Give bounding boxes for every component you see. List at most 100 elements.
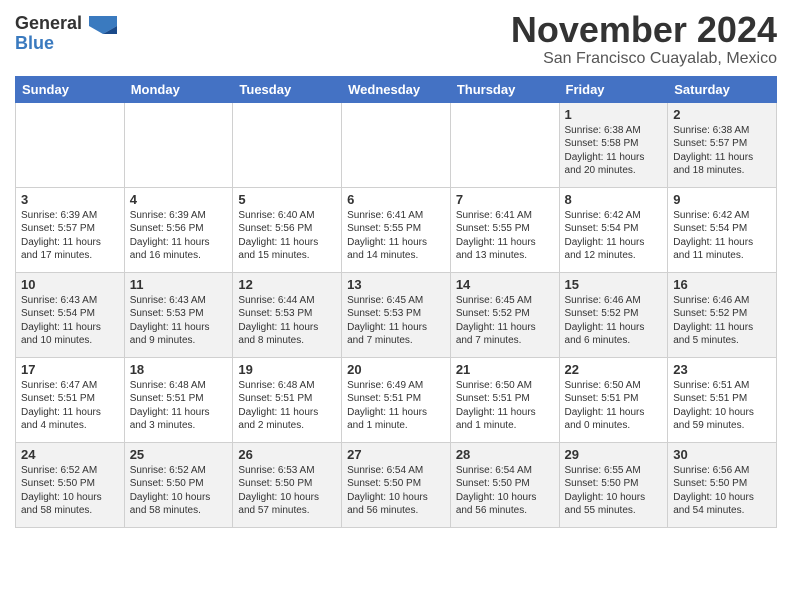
day-info: Sunrise: 6:52 AM Sunset: 5:50 PM Dayligh… [130, 464, 228, 518]
day-info: Sunrise: 6:54 AM Sunset: 5:50 PM Dayligh… [347, 464, 445, 518]
day-info: Sunrise: 6:51 AM Sunset: 5:51 PM Dayligh… [673, 379, 771, 433]
table-cell [16, 102, 125, 187]
day-number: 25 [130, 447, 228, 462]
day-number: 19 [238, 362, 336, 377]
logo: General Blue [15, 14, 117, 52]
day-info: Sunrise: 6:48 AM Sunset: 5:51 PM Dayligh… [238, 379, 336, 433]
calendar-table: SundayMondayTuesdayWednesdayThursdayFrid… [15, 76, 777, 528]
day-info: Sunrise: 6:43 AM Sunset: 5:53 PM Dayligh… [130, 294, 228, 348]
day-number: 20 [347, 362, 445, 377]
logo-general-text: General [15, 13, 82, 33]
table-cell: 21Sunrise: 6:50 AM Sunset: 5:51 PM Dayli… [450, 357, 559, 442]
table-cell [450, 102, 559, 187]
table-cell: 30 Sunrise: 6:56 AM Sunset: 5:50 PM Dayli… [668, 442, 777, 527]
table-cell: 13 Sunrise: 6:45 AM Sunset: 5:53 PM Dayli… [342, 272, 451, 357]
day-info: Sunrise: 6:38 AM Sunset: 5:57 PM Dayligh… [673, 124, 771, 178]
day-info: Sunrise: 6:39 AM Sunset: 5:56 PM Dayligh… [130, 209, 228, 263]
week-row-2: 3 Sunrise: 6:39 AM Sunset: 5:57 PM Daylig… [16, 187, 777, 272]
day-number: 1 [565, 107, 663, 122]
day-info: Sunrise: 6:52 AM Sunset: 5:50 PM Dayligh… [21, 464, 119, 518]
table-cell: 4Sunrise: 6:39 AM Sunset: 5:56 PM Daylig… [124, 187, 233, 272]
header-friday: Friday [559, 76, 668, 102]
week-row-5: 24 Sunrise: 6:52 AM Sunset: 5:50 PM Dayli… [16, 442, 777, 527]
table-cell: 14Sunrise: 6:45 AM Sunset: 5:52 PM Dayli… [450, 272, 559, 357]
table-cell: 1 Sunrise: 6:38 AM Sunset: 5:58 PM Daylig… [559, 102, 668, 187]
table-cell: 18 Sunrise: 6:48 AM Sunset: 5:51 PM Dayli… [124, 357, 233, 442]
table-cell: 15 Sunrise: 6:46 AM Sunset: 5:52 PM Dayli… [559, 272, 668, 357]
logo-flag-icon [89, 16, 117, 34]
month-title: November 2024 [511, 10, 777, 50]
title-block: November 2024 San Francisco Cuayalab, Me… [511, 10, 777, 68]
header-thursday: Thursday [450, 76, 559, 102]
table-cell: 12Sunrise: 6:44 AM Sunset: 5:53 PM Dayli… [233, 272, 342, 357]
table-cell [342, 102, 451, 187]
table-cell: 29 Sunrise: 6:55 AM Sunset: 5:50 PM Dayli… [559, 442, 668, 527]
header-tuesday: Tuesday [233, 76, 342, 102]
week-row-3: 10Sunrise: 6:43 AM Sunset: 5:54 PM Dayli… [16, 272, 777, 357]
location-text: San Francisco Cuayalab, Mexico [511, 50, 777, 68]
day-number: 8 [565, 192, 663, 207]
day-number: 2 [673, 107, 771, 122]
day-number: 29 [565, 447, 663, 462]
weekday-header-row: SundayMondayTuesdayWednesdayThursdayFrid… [16, 76, 777, 102]
day-info: Sunrise: 6:54 AM Sunset: 5:50 PM Dayligh… [456, 464, 554, 518]
day-info: Sunrise: 6:47 AM Sunset: 5:51 PM Dayligh… [21, 379, 119, 433]
table-cell: 7Sunrise: 6:41 AM Sunset: 5:55 PM Daylig… [450, 187, 559, 272]
day-number: 12 [238, 277, 336, 292]
day-number: 24 [21, 447, 119, 462]
day-info: Sunrise: 6:49 AM Sunset: 5:51 PM Dayligh… [347, 379, 445, 433]
week-row-4: 17 Sunrise: 6:47 AM Sunset: 5:51 PM Dayli… [16, 357, 777, 442]
table-cell [233, 102, 342, 187]
day-info: Sunrise: 6:45 AM Sunset: 5:53 PM Dayligh… [347, 294, 445, 348]
day-info: Sunrise: 6:48 AM Sunset: 5:51 PM Dayligh… [130, 379, 228, 433]
day-number: 23 [673, 362, 771, 377]
day-number: 28 [456, 447, 554, 462]
day-info: Sunrise: 6:40 AM Sunset: 5:56 PM Dayligh… [238, 209, 336, 263]
table-cell [124, 102, 233, 187]
header-wednesday: Wednesday [342, 76, 451, 102]
day-info: Sunrise: 6:56 AM Sunset: 5:50 PM Dayligh… [673, 464, 771, 518]
header-monday: Monday [124, 76, 233, 102]
table-cell: 23 Sunrise: 6:51 AM Sunset: 5:51 PM Dayli… [668, 357, 777, 442]
day-number: 3 [21, 192, 119, 207]
table-cell: 11Sunrise: 6:43 AM Sunset: 5:53 PM Dayli… [124, 272, 233, 357]
table-cell: 20 Sunrise: 6:49 AM Sunset: 5:51 PM Dayli… [342, 357, 451, 442]
day-info: Sunrise: 6:46 AM Sunset: 5:52 PM Dayligh… [565, 294, 663, 348]
day-number: 5 [238, 192, 336, 207]
day-info: Sunrise: 6:55 AM Sunset: 5:50 PM Dayligh… [565, 464, 663, 518]
day-number: 17 [21, 362, 119, 377]
day-info: Sunrise: 6:50 AM Sunset: 5:51 PM Dayligh… [565, 379, 663, 433]
day-number: 26 [238, 447, 336, 462]
table-cell: 10Sunrise: 6:43 AM Sunset: 5:54 PM Dayli… [16, 272, 125, 357]
day-number: 10 [21, 277, 119, 292]
day-info: Sunrise: 6:46 AM Sunset: 5:52 PM Dayligh… [673, 294, 771, 348]
day-number: 21 [456, 362, 554, 377]
day-info: Sunrise: 6:53 AM Sunset: 5:50 PM Dayligh… [238, 464, 336, 518]
day-number: 27 [347, 447, 445, 462]
day-info: Sunrise: 6:39 AM Sunset: 5:57 PM Dayligh… [21, 209, 119, 263]
day-info: Sunrise: 6:38 AM Sunset: 5:58 PM Dayligh… [565, 124, 663, 178]
header-saturday: Saturday [668, 76, 777, 102]
day-number: 7 [456, 192, 554, 207]
table-cell: 6Sunrise: 6:41 AM Sunset: 5:55 PM Daylig… [342, 187, 451, 272]
day-number: 16 [673, 277, 771, 292]
day-number: 18 [130, 362, 228, 377]
table-cell: 3 Sunrise: 6:39 AM Sunset: 5:57 PM Daylig… [16, 187, 125, 272]
page-header: General Blue November 2024 San Francisco… [15, 10, 777, 68]
table-cell: 26 Sunrise: 6:53 AM Sunset: 5:50 PM Dayli… [233, 442, 342, 527]
day-number: 14 [456, 277, 554, 292]
table-cell: 8Sunrise: 6:42 AM Sunset: 5:54 PM Daylig… [559, 187, 668, 272]
day-number: 13 [347, 277, 445, 292]
table-cell: 19 Sunrise: 6:48 AM Sunset: 5:51 PM Dayli… [233, 357, 342, 442]
day-number: 30 [673, 447, 771, 462]
table-cell: 17 Sunrise: 6:47 AM Sunset: 5:51 PM Dayli… [16, 357, 125, 442]
table-cell: 28 Sunrise: 6:54 AM Sunset: 5:50 PM Dayli… [450, 442, 559, 527]
day-number: 22 [565, 362, 663, 377]
day-number: 6 [347, 192, 445, 207]
logo-blue-text: Blue [15, 34, 54, 52]
day-number: 9 [673, 192, 771, 207]
day-info: Sunrise: 6:42 AM Sunset: 5:54 PM Dayligh… [673, 209, 771, 263]
table-cell: 2 Sunrise: 6:38 AM Sunset: 5:57 PM Daylig… [668, 102, 777, 187]
week-row-1: 1 Sunrise: 6:38 AM Sunset: 5:58 PM Daylig… [16, 102, 777, 187]
day-number: 15 [565, 277, 663, 292]
